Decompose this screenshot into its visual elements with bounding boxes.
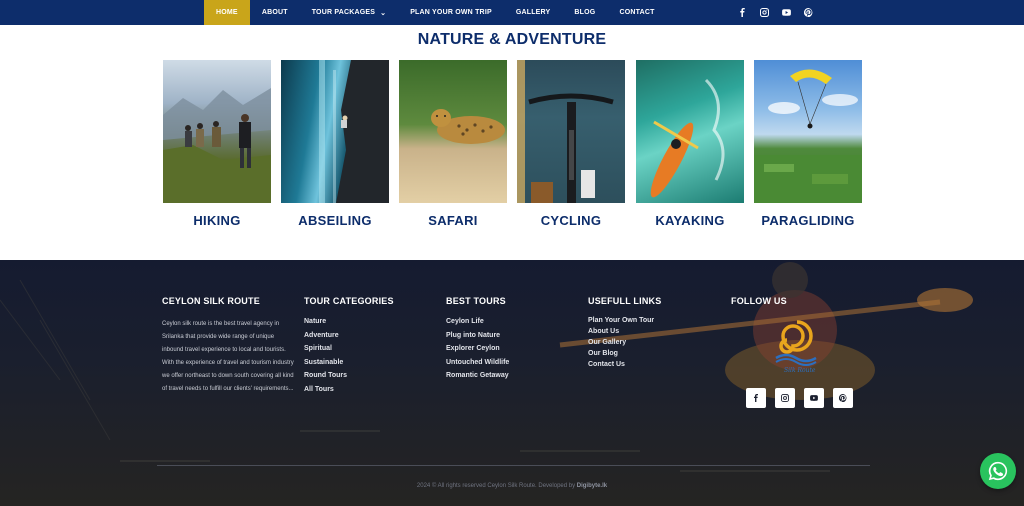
footer-link-plug-into-nature[interactable]: Plug into Nature xyxy=(446,332,509,339)
facebook-icon[interactable] xyxy=(746,388,766,408)
footer-links: Ceylon Life Plug into Nature Explorer Ce… xyxy=(446,318,509,379)
footer-links: Plan Your Own Tour About Us Our Gallery … xyxy=(588,317,661,368)
youtube-icon[interactable] xyxy=(804,388,824,408)
footer-link-explorer-ceylon[interactable]: Explorer Ceylon xyxy=(446,345,509,352)
footer-link-about-us[interactable]: About Us xyxy=(588,328,661,335)
footer-link-romantic-getaway[interactable]: Romantic Getaway xyxy=(446,372,509,379)
footer-link-contact-us[interactable]: Contact Us xyxy=(588,361,661,368)
cycling-image xyxy=(517,60,625,203)
abseiling-image xyxy=(281,60,389,203)
activity-card-cycling[interactable]: CYCLING xyxy=(517,60,625,228)
copyright-prefix: 2024 © All rights reserved Ceylon Silk R… xyxy=(416,483,576,489)
whatsapp-icon xyxy=(988,461,1008,481)
activity-card-abseiling[interactable]: ABSEILING xyxy=(281,60,389,228)
logo-text: Silk Route xyxy=(784,367,816,374)
nav-item-about[interactable]: ABOUT xyxy=(250,0,300,25)
footer-link-nature[interactable]: Nature xyxy=(304,318,394,325)
copyright-text: 2024 © All rights reserved Ceylon Silk R… xyxy=(0,483,1024,489)
activity-card-hiking[interactable]: HIKING xyxy=(163,60,271,228)
nav-item-label: GALLERY xyxy=(515,9,551,16)
nav-item-label: BLOG xyxy=(574,9,596,16)
footer-heading: BEST TOURS xyxy=(446,296,506,306)
nav-item-plan-your-own-trip[interactable]: PLAN YOUR OWN TRIP xyxy=(398,0,504,25)
footer-link-spiritual[interactable]: Spiritual xyxy=(304,345,394,352)
footer-links: Nature Adventure Spiritual Sustainable R… xyxy=(304,318,394,393)
footer-link-our-blog[interactable]: Our Blog xyxy=(588,350,661,357)
nav-menu: HOME ABOUT TOUR PACKAGES ⌄ PLAN YOUR OWN … xyxy=(204,0,667,25)
youtube-icon[interactable] xyxy=(780,5,792,19)
nav-item-contact[interactable]: CONTACT xyxy=(607,0,666,25)
nav-social-links xyxy=(736,5,814,19)
footer-background-image xyxy=(0,262,973,472)
nav-item-label: PLAN YOUR OWN TRIP xyxy=(410,9,492,16)
activity-label: PARAGLIDING xyxy=(761,213,855,228)
footer-link-untouched-wildlife[interactable]: Untouched Wildlife xyxy=(446,359,509,366)
footer-link-all-tours[interactable]: All Tours xyxy=(304,386,394,393)
nav-item-label: TOUR PACKAGES xyxy=(311,9,376,16)
footer-link-our-gallery[interactable]: Our Gallery xyxy=(588,339,661,346)
footer-categories-column: TOUR CATEGORIES Nature Adventure Spiritu… xyxy=(304,296,394,393)
top-navigation-bar: HOME ABOUT TOUR PACKAGES ⌄ PLAN YOUR OWN … xyxy=(0,0,1024,25)
nav-item-label: CONTACT xyxy=(619,9,655,16)
kayaking-image xyxy=(636,60,744,203)
nav-item-label: HOME xyxy=(216,9,238,16)
pinterest-icon[interactable] xyxy=(802,5,814,19)
pinterest-icon[interactable] xyxy=(833,388,853,408)
activity-card-safari[interactable]: SAFARI xyxy=(399,60,507,228)
activity-card-kayaking[interactable]: KAYAKING xyxy=(636,60,744,228)
hiking-image xyxy=(163,60,271,203)
ceylon-silk-route-logo: Silk Route xyxy=(775,320,817,374)
footer-link-ceylon-life[interactable]: Ceylon Life xyxy=(446,318,509,325)
footer-about-text: Ceylon silk route is the best travel age… xyxy=(162,321,294,392)
footer-link-round-tours[interactable]: Round Tours xyxy=(304,372,394,379)
section-title: NATURE & ADVENTURE xyxy=(417,31,607,48)
footer xyxy=(0,260,1024,506)
footer-heading: USEFULL LINKS xyxy=(588,296,662,306)
footer-best-tours-column: BEST TOURS Ceylon Life Plug into Nature … xyxy=(446,296,509,379)
footer-heading: FOLLOW US xyxy=(731,296,787,306)
footer-useful-links-column: USEFULL LINKS Plan Your Own Tour About U… xyxy=(588,296,661,368)
paragliding-image xyxy=(754,60,862,203)
footer-follow-column: FOLLOW US xyxy=(731,296,787,306)
chevron-down-icon: ⌄ xyxy=(380,9,387,17)
safari-image xyxy=(399,60,507,203)
nav-item-gallery[interactable]: GALLERY xyxy=(504,0,563,25)
developer-link[interactable]: Digibyte.lk xyxy=(577,483,607,489)
footer-heading: TOUR CATEGORIES xyxy=(304,296,394,306)
footer-link-sustainable[interactable]: Sustainable xyxy=(304,359,394,366)
footer-social-links xyxy=(746,388,853,408)
nav-item-home[interactable]: HOME xyxy=(204,0,250,25)
footer-heading: CEYLON SILK ROUTE xyxy=(162,296,260,306)
footer-link-adventure[interactable]: Adventure xyxy=(304,332,394,339)
activity-card-paragliding[interactable]: PARAGLIDING xyxy=(754,60,862,228)
instagram-icon[interactable] xyxy=(758,5,770,19)
footer-about-column: CEYLON SILK ROUTE Ceylon silk route is t… xyxy=(162,296,294,396)
nav-item-blog[interactable]: BLOG xyxy=(562,0,607,25)
nav-item-label: ABOUT xyxy=(261,9,288,16)
facebook-icon[interactable] xyxy=(736,5,748,19)
footer-divider xyxy=(157,465,870,466)
whatsapp-button[interactable] xyxy=(980,453,1016,489)
footer-link-plan-your-own-tour[interactable]: Plan Your Own Tour xyxy=(588,317,661,324)
instagram-icon[interactable] xyxy=(775,388,795,408)
nav-item-tour-packages[interactable]: TOUR PACKAGES ⌄ xyxy=(300,0,398,25)
